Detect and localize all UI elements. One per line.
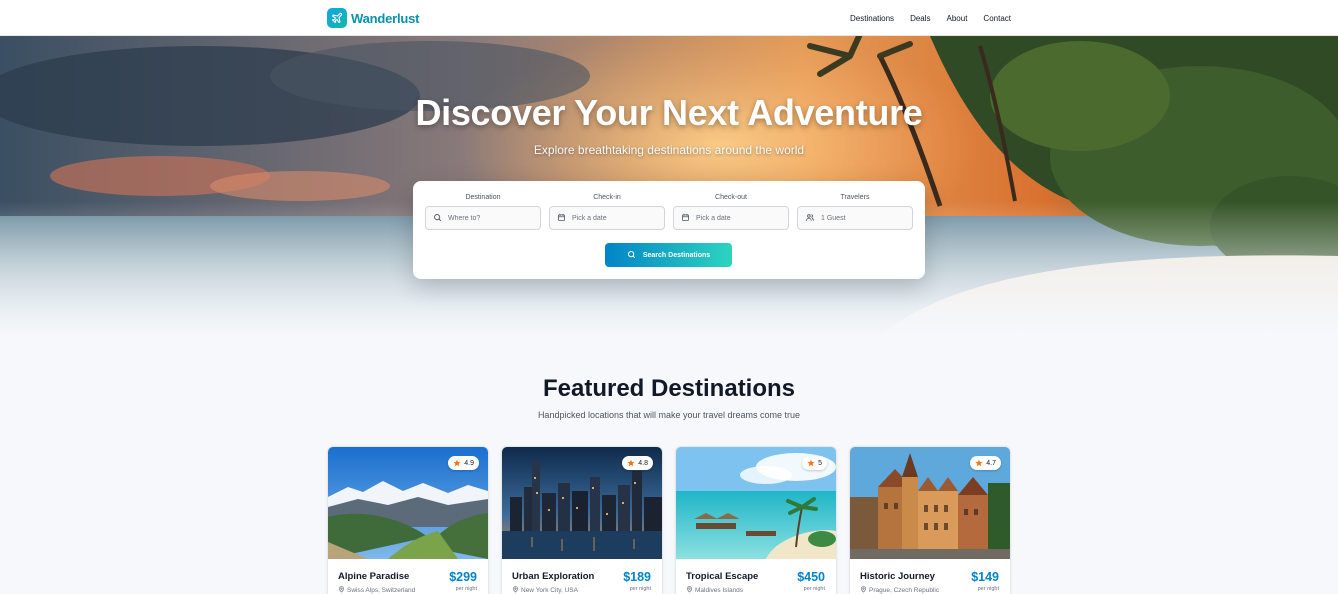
map-pin-icon — [512, 586, 519, 594]
rating-badge: 4.7 — [970, 456, 1001, 470]
map-pin-icon — [860, 586, 867, 594]
location-text: Prague, Czech Republic — [869, 587, 940, 594]
nav-link-destinations[interactable]: Destinations — [850, 14, 894, 23]
checkin-label: Check-in — [593, 194, 621, 201]
price-unit: per night — [629, 586, 651, 592]
price-unit: per night — [803, 586, 825, 592]
plane-icon — [327, 8, 347, 28]
price-unit: per night — [977, 586, 999, 592]
checkin-field: Check-in Pick a date — [549, 194, 665, 230]
checkin-value: Pick a date — [572, 214, 607, 222]
rating-value: 4.7 — [986, 459, 996, 467]
destination-price: $299 — [449, 570, 477, 584]
location-text: Maldives Islands — [695, 587, 744, 594]
location-text: Swiss Alps, Switzerland — [347, 587, 416, 594]
destination-card[interactable]: 5 Tropical Escape Maldives Islands $450 … — [675, 446, 837, 594]
destination-name: Historic Journey — [860, 571, 935, 582]
star-icon — [975, 454, 983, 472]
search-form: Destination Check-in Pick a date Check-o… — [413, 181, 925, 279]
destination-label: Destination — [465, 194, 501, 201]
map-pin-icon — [686, 586, 693, 594]
checkout-field: Check-out Pick a date — [673, 194, 789, 230]
destination-name: Alpine Paradise — [338, 571, 410, 582]
brand[interactable]: Wanderlust — [327, 8, 420, 28]
destination-location: New York City, USA — [512, 586, 578, 594]
price-unit: per night — [455, 586, 477, 592]
nav-links: Destinations Deals About Contact — [850, 14, 1011, 23]
star-icon — [453, 454, 461, 472]
search-button-label: Search Destinations — [642, 251, 711, 259]
nav-link-about[interactable]: About — [947, 14, 968, 23]
star-icon — [627, 454, 635, 472]
checkout-date-picker[interactable]: Pick a date — [673, 206, 789, 230]
travelers-value: 1 Guest — [821, 214, 846, 222]
search-destinations-button[interactable]: Search Destinations — [605, 243, 732, 267]
destination-card[interactable]: 4.8 Urban Exploration New York City, USA… — [501, 446, 663, 594]
top-navbar: Wanderlust Destinations Deals About Cont… — [0, 0, 1338, 36]
destination-name: Urban Exploration — [512, 571, 595, 582]
destination-location: Swiss Alps, Switzerland — [338, 586, 415, 594]
star-icon — [807, 454, 815, 472]
destination-price: $149 — [971, 570, 999, 584]
hero-subtitle: Explore breathtaking destinations around… — [533, 143, 805, 157]
calendar-icon — [557, 209, 566, 227]
rating-value: 4.8 — [638, 459, 648, 467]
location-text: New York City, USA — [521, 587, 578, 594]
rating-badge: 5 — [802, 456, 827, 470]
destination-location: Maldives Islands — [686, 586, 743, 594]
hero-title: Discover Your Next Adventure — [415, 92, 923, 133]
featured-subtitle: Handpicked locations that will make your… — [537, 410, 801, 420]
rating-badge: 4.8 — [622, 456, 653, 470]
search-icon — [627, 250, 636, 261]
featured-title: Featured Destinations — [542, 375, 796, 402]
rating-value: 5 — [818, 459, 822, 467]
travelers-field: Travelers 1 Guest — [797, 194, 913, 230]
destination-input-box[interactable] — [425, 206, 541, 230]
travelers-label: Travelers — [840, 194, 870, 201]
checkin-date-picker[interactable]: Pick a date — [549, 206, 665, 230]
nav-link-deals[interactable]: Deals — [910, 14, 930, 23]
users-icon — [805, 209, 815, 227]
rating-value: 4.9 — [464, 459, 474, 467]
navbar-inner: Wanderlust Destinations Deals About Cont… — [327, 0, 1011, 36]
travelers-select[interactable]: 1 Guest — [797, 206, 913, 230]
destination-location: Prague, Czech Republic — [860, 586, 939, 594]
destination-input[interactable] — [448, 214, 528, 222]
search-icon — [433, 209, 442, 227]
destination-name: Tropical Escape — [686, 571, 759, 582]
map-pin-icon — [338, 586, 345, 594]
brand-name: Wanderlust — [351, 10, 420, 26]
destination-price: $450 — [797, 570, 825, 584]
calendar-icon — [681, 209, 690, 227]
destination-card[interactable]: 4.9 Alpine Paradise Swiss Alps, Switzerl… — [327, 446, 489, 594]
nav-link-contact[interactable]: Contact — [983, 14, 1011, 23]
rating-badge: 4.9 — [448, 456, 479, 470]
checkout-value: Pick a date — [696, 214, 731, 222]
destination-card[interactable]: 4.7 Historic Journey Prague, Czech Repub… — [849, 446, 1011, 594]
destination-field: Destination — [425, 194, 541, 230]
checkout-label: Check-out — [715, 194, 747, 201]
destination-price: $189 — [623, 570, 651, 584]
